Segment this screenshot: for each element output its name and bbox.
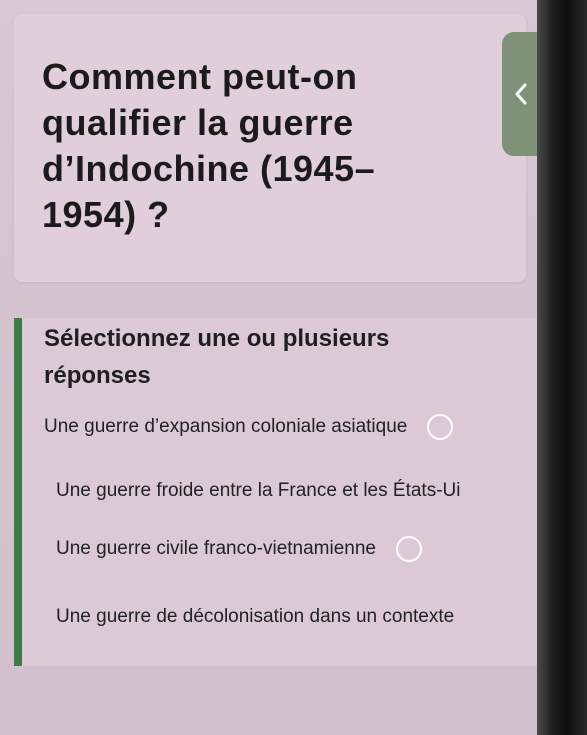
app-screen: Comment peut-on qualifier la guerre d’In… [0,0,545,735]
question-line-4: 1954) ? [42,194,170,235]
answer-option-label: Une guerre civile franco-vietnamienne [56,538,376,559]
instruction-text: Sélectionnez une ou plusieurs réponses [44,320,504,394]
answer-option[interactable]: Une guerre de décolonisation dans un con… [56,600,454,634]
answer-option[interactable]: Une guerre civile franco-vietnamienne [56,532,422,566]
instruction-line-1: Sélectionnez une ou plusieurs [44,325,390,352]
back-button[interactable] [502,32,542,156]
answer-option[interactable]: Une guerre d’expansion coloniale asiatiq… [44,410,454,444]
question-line-2: qualifier la guerre [42,102,354,143]
device-bezel [537,0,587,735]
question-title: Comment peut-on qualifier la guerre d’In… [42,54,412,238]
answer-option-label: Une guerre d’expansion coloniale asiatiq… [44,416,408,437]
answer-option-label: Une guerre froide entre la France et les… [56,480,461,501]
question-line-1: Comment peut-on [42,56,358,97]
instruction-line-2: réponses [44,362,151,389]
question-card: Comment peut-on qualifier la guerre d’In… [14,14,526,282]
radio-button[interactable] [427,414,454,440]
answer-option[interactable]: Une guerre froide entre la France et les… [56,474,460,508]
question-line-3: d’Indochine (1945– [42,148,376,189]
radio-button[interactable] [396,536,422,562]
answer-option-label: Une guerre de décolonisation dans un con… [56,606,455,627]
answers-accent-bar [14,318,22,666]
chevron-left-icon [515,83,527,105]
